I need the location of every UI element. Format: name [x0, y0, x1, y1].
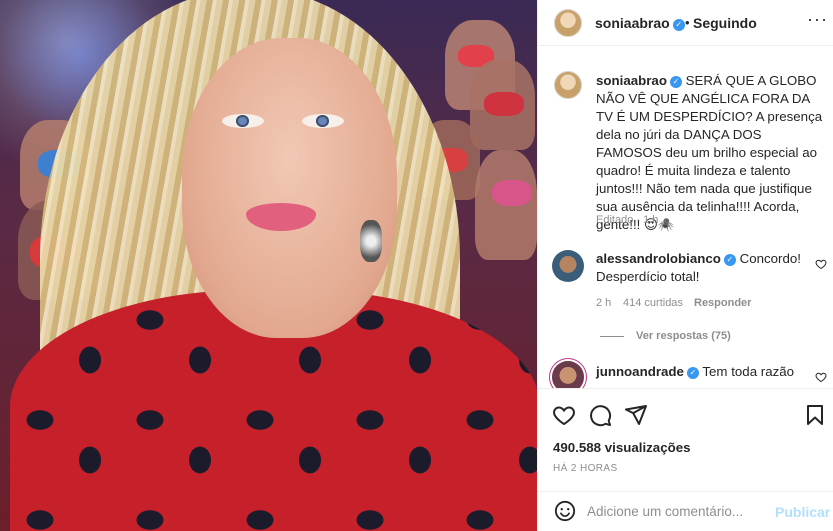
- avatar[interactable]: [554, 9, 582, 37]
- save-icon[interactable]: [803, 403, 827, 427]
- comment-avatar[interactable]: [552, 361, 584, 388]
- face: [182, 38, 397, 338]
- like-comment-icon[interactable]: [815, 258, 827, 270]
- comment-avatar[interactable]: [552, 250, 584, 282]
- views-count[interactable]: 490.588 visualizações: [553, 440, 691, 455]
- comment-username[interactable]: alessandrolobianco ✓: [596, 251, 736, 266]
- like-icon[interactable]: [552, 403, 576, 427]
- reply-button[interactable]: Responder: [694, 297, 751, 309]
- comments-section[interactable]: soniaabrao ✓ SERÁ QUE A GLOBO NÃO VÊ QUE …: [538, 58, 833, 388]
- comment: junnoandrade ✓ Tem toda razão: [596, 363, 806, 381]
- caption-meta: Editado · 1 h: [596, 214, 659, 226]
- more-options-icon[interactable]: ···: [807, 9, 828, 30]
- verified-icon: ✓: [686, 367, 699, 379]
- caption-username[interactable]: soniaabrao ✓: [596, 73, 682, 88]
- view-replies-button[interactable]: Ver respostas (75): [636, 330, 731, 342]
- add-comment-bar: Publicar: [538, 491, 833, 531]
- comment-time: 2 h: [596, 297, 612, 309]
- post-header: soniaabrao ✓ • Seguindo ···: [538, 0, 833, 46]
- caption: soniaabrao ✓ SERÁ QUE A GLOBO NÃO VÊ QUE …: [596, 72, 826, 234]
- publish-button[interactable]: Publicar: [775, 504, 830, 520]
- post-media[interactable]: [0, 0, 537, 531]
- emoji-icon[interactable]: [554, 500, 576, 522]
- caption-text: SERÁ QUE A GLOBO NÃO VÊ QUE ANGÉLICA FOR…: [596, 73, 823, 232]
- like-comment-icon[interactable]: [815, 371, 827, 383]
- verified-icon: ✓: [672, 19, 685, 31]
- comment-username[interactable]: junnoandrade ✓: [596, 364, 699, 379]
- comment-likes[interactable]: 414 curtidas: [623, 297, 683, 309]
- share-icon[interactable]: [624, 403, 648, 427]
- post-time: HÁ 2 HORAS: [553, 463, 618, 474]
- earring: [360, 220, 382, 262]
- verified-icon: ✓: [723, 254, 736, 266]
- post-actions: 490.588 visualizações HÁ 2 HORAS Publica…: [538, 388, 833, 531]
- following-button[interactable]: Seguindo: [693, 15, 757, 31]
- verified-icon: ✓: [669, 76, 682, 88]
- comment-input[interactable]: [587, 498, 767, 524]
- comment: alessandrolobianco ✓ Concordo! Desperdíci…: [596, 250, 806, 286]
- post-side-panel: soniaabrao ✓ • Seguindo ··· soniaabrao ✓ S…: [537, 0, 833, 531]
- comment-icon[interactable]: [588, 403, 612, 427]
- separator-dot: •: [685, 15, 690, 30]
- header-username[interactable]: soniaabrao ✓: [595, 15, 685, 31]
- caption-avatar[interactable]: [554, 71, 582, 99]
- comment-text: Tem toda razão: [702, 364, 795, 379]
